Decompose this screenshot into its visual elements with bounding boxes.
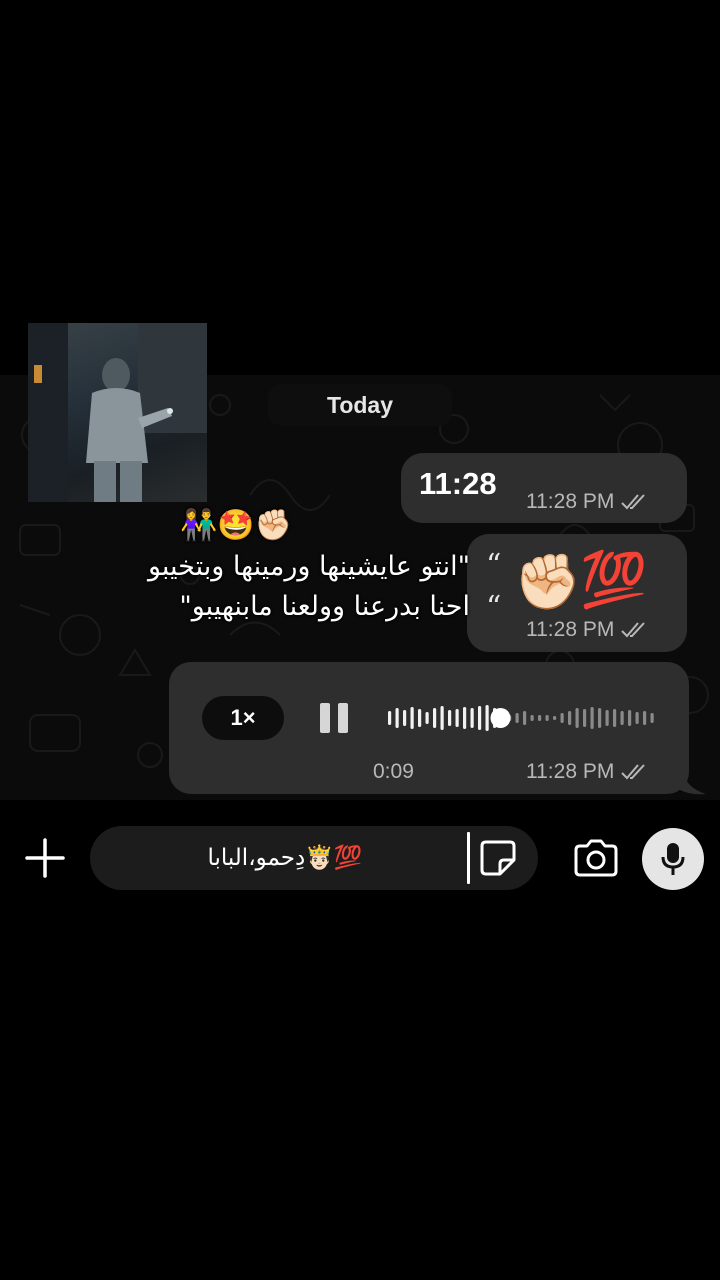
waveform-bar <box>530 715 534 721</box>
waveform-bar <box>583 709 587 727</box>
waveform-bar <box>613 709 617 727</box>
waveform-bar <box>560 713 564 723</box>
waveform-bar <box>545 715 549 721</box>
message-input-text: دِحمو،البابا🤴🏻💯 <box>207 845 363 871</box>
waveform-bar <box>410 707 414 729</box>
waveform-bar <box>448 710 452 726</box>
waveform-bar <box>643 711 647 725</box>
waveform-bar <box>650 713 654 723</box>
read-receipt-icon <box>621 764 646 780</box>
microphone-button[interactable] <box>642 828 704 890</box>
message-meta: 11:28 PM <box>526 760 650 784</box>
waveform-bar <box>635 712 639 724</box>
message-time: 11:28 PM <box>526 490 615 513</box>
waveform-bar <box>628 710 632 726</box>
waveform-bar <box>403 710 407 726</box>
playback-scrubber[interactable] <box>490 708 511 728</box>
waveform-bar <box>470 708 474 728</box>
waveform-bar <box>485 705 489 731</box>
quote-mark-close: “ <box>486 590 502 625</box>
waveform-bar <box>538 715 542 721</box>
read-receipt-icon <box>621 622 646 638</box>
waveform-bar <box>605 710 609 726</box>
quote-mark-open: “ <box>486 548 502 583</box>
waveform-bar <box>440 706 444 730</box>
playback-speed-button[interactable]: 1× <box>202 696 284 740</box>
plus-icon[interactable] <box>24 837 66 879</box>
lyrics-overlay: 👫🤩✊🏻 "انتو عايشينها ورمينها وبتخيبو احنا… <box>20 505 470 627</box>
waveform-bar <box>523 711 527 725</box>
message-text: 11:28 <box>419 466 497 501</box>
message-time: 11:28 PM <box>526 618 615 641</box>
waveform-bar <box>455 709 459 727</box>
playback-speed-label: 1× <box>230 705 256 730</box>
waveform-bar <box>575 708 579 728</box>
message-meta: 11:28 PM <box>526 618 650 642</box>
overlay-line-2: احنا بدرعنا وولعنا مابنهيبو" <box>179 591 470 622</box>
bubble-tail <box>672 770 706 795</box>
waveform-bar <box>590 707 594 729</box>
overlay-line-1: "انتو عايشينها ورمينها وبتخيبو <box>147 551 470 582</box>
waveform-bar <box>425 712 429 724</box>
waveform-bar <box>568 711 572 725</box>
read-receipt-icon <box>621 494 646 510</box>
hundred-emoji: 💯 <box>580 548 648 611</box>
message-meta: 11:28 PM <box>526 490 650 514</box>
microphone-icon <box>661 843 685 875</box>
voice-waveform[interactable] <box>386 696 662 740</box>
waveform-bar <box>478 706 482 730</box>
waveform-bar <box>395 708 399 728</box>
text-cursor <box>467 832 470 884</box>
date-label: Today <box>326 391 394 418</box>
overlay-emojis: 👫🤩✊🏻 <box>179 508 292 543</box>
waveform-bar <box>463 707 467 729</box>
waveform-bar <box>620 711 624 725</box>
camera-icon[interactable] <box>572 838 620 878</box>
pause-icon <box>320 703 330 733</box>
waveform-bar <box>388 711 392 725</box>
video-thumbnail[interactable] <box>28 323 207 502</box>
waveform-bar <box>433 708 437 728</box>
person-image <box>28 323 207 502</box>
voice-duration: 0:09 <box>373 760 414 783</box>
pause-button[interactable] <box>318 703 352 735</box>
date-separator: Today <box>268 384 452 426</box>
sticker-icon[interactable] <box>478 838 518 878</box>
message-time: 11:28 PM <box>526 760 615 783</box>
waveform-bar <box>598 708 602 728</box>
waveform-bar <box>553 716 557 720</box>
waveform-bar <box>515 713 519 723</box>
waveform-bar <box>418 709 422 727</box>
fist-emoji: ✊🏻 <box>514 550 582 613</box>
